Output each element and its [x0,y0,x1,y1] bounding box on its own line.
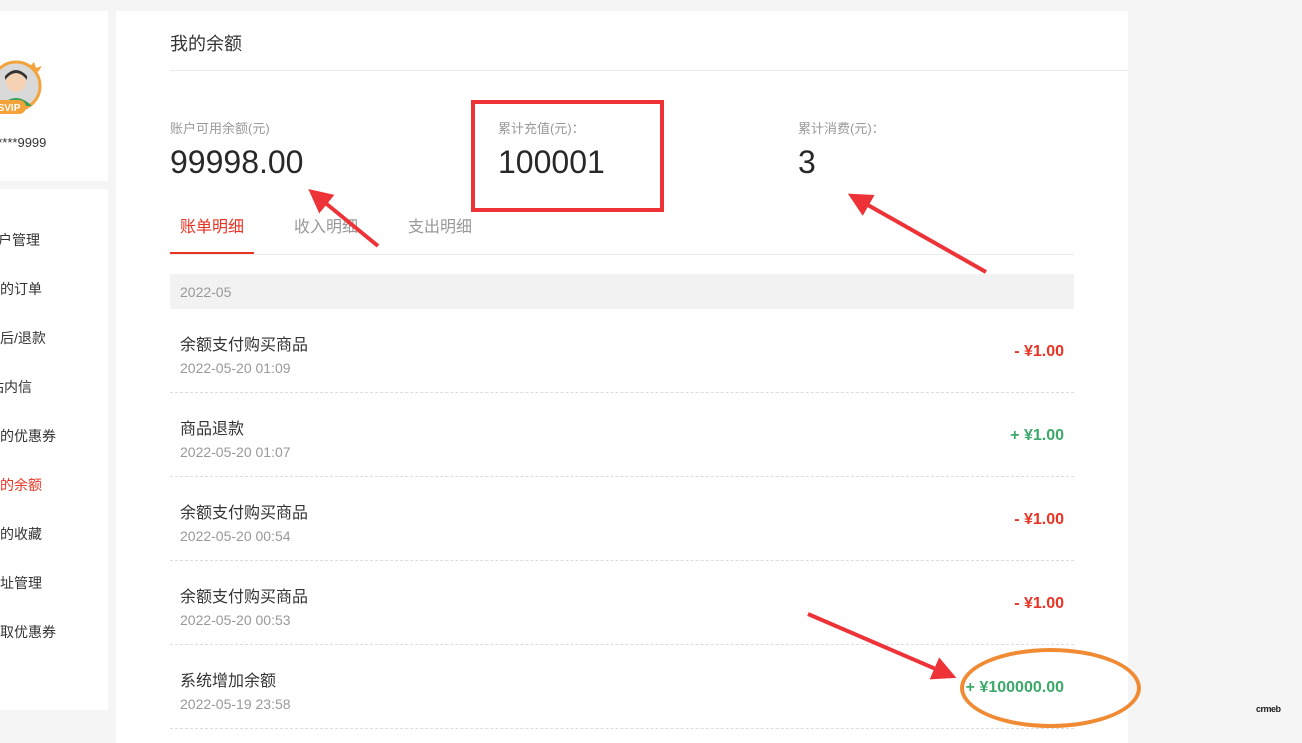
sidebar-item-balance[interactable]: 我的余额 [0,475,108,495]
record-title: 余额支付购买商品 [180,589,309,606]
month-label: 2022-05 [180,284,232,300]
sidebar-item-messages[interactable]: 站内信 [0,377,108,397]
record-amount: - ¥1.00 [1014,343,1064,360]
sidebar-item-favorites[interactable]: 我的收藏 [0,524,108,544]
record-time: 2022-05-19 23:58 [180,696,291,712]
vip-badge-icon: SVIP [0,100,26,114]
record-time: 2022-05-20 00:53 [180,612,291,628]
record-time: 2022-05-20 01:07 [180,444,291,460]
list-item: 余额支付购买商品 2022-05-20 00:53 - ¥1.00 [170,561,1074,645]
record-amount: + ¥1.00 [1010,427,1064,444]
annotation-ellipse [960,648,1141,728]
record-amount: - ¥1.00 [1014,595,1064,612]
record-time: 2022-05-20 00:54 [180,528,291,544]
balance-label: 账户可用余额(元) [170,121,270,136]
record-title: 余额支付购买商品 [180,505,309,522]
sidebar-item-orders[interactable]: 我的订单 [0,279,108,299]
consume-value: 3 [798,144,816,180]
sidebar-item-coupons[interactable]: 我的优惠券 [0,426,108,446]
avatar[interactable]: SVIP [0,60,42,114]
list-item: 余额支付购买商品 2022-05-20 01:09 - ¥1.00 [170,309,1074,393]
vip-badge-text: SVIP [0,103,21,114]
title-divider [170,70,1128,71]
tab-expense[interactable]: 支出明细 [398,211,482,252]
page-title: 我的余额 [170,34,242,54]
list-item: 系统增加余额 2022-05-19 23:58 + ¥100000.00 [170,645,1074,729]
consume-label: 累计消费(元)： [798,121,885,136]
bill-list: 余额支付购买商品 2022-05-20 01:09 - ¥1.00 商品退款 2… [170,309,1074,729]
sidebar-menu: 账户管理 我的订单 售后/退款 站内信 我的优惠券 我的余额 我的收藏 地址管理… [0,189,108,710]
sidebar-item-account[interactable]: 账户管理 [0,230,108,250]
month-header: 2022-05 [170,274,1074,309]
sidebar-item-get-coupons[interactable]: 领取优惠券 [0,622,108,642]
record-title: 商品退款 [180,421,245,438]
record-time: 2022-05-20 01:09 [180,360,291,376]
brand-logo: crmeb [1256,704,1281,714]
balance-value: 99998.00 [170,144,304,180]
bill-tabs: 账单明细 收入明细 支出明细 [170,211,1074,255]
record-title: 系统增加余额 [180,673,277,690]
annotation-box [471,100,664,212]
user-phone: 0****9999 [0,135,47,150]
list-item: 商品退款 2022-05-20 01:07 + ¥1.00 [170,393,1074,477]
sidebar-item-refund[interactable]: 售后/退款 [0,328,108,348]
sidebar-item-address[interactable]: 地址管理 [0,573,108,593]
record-amount: - ¥1.00 [1014,511,1064,528]
list-item: 余额支付购买商品 2022-05-20 00:54 - ¥1.00 [170,477,1074,561]
record-title: 余额支付购买商品 [180,337,309,354]
profile-card: SVIP 0****9999 [0,11,108,181]
tab-all-bills[interactable]: 账单明细 [170,211,255,254]
tab-income[interactable]: 收入明细 [284,211,368,252]
